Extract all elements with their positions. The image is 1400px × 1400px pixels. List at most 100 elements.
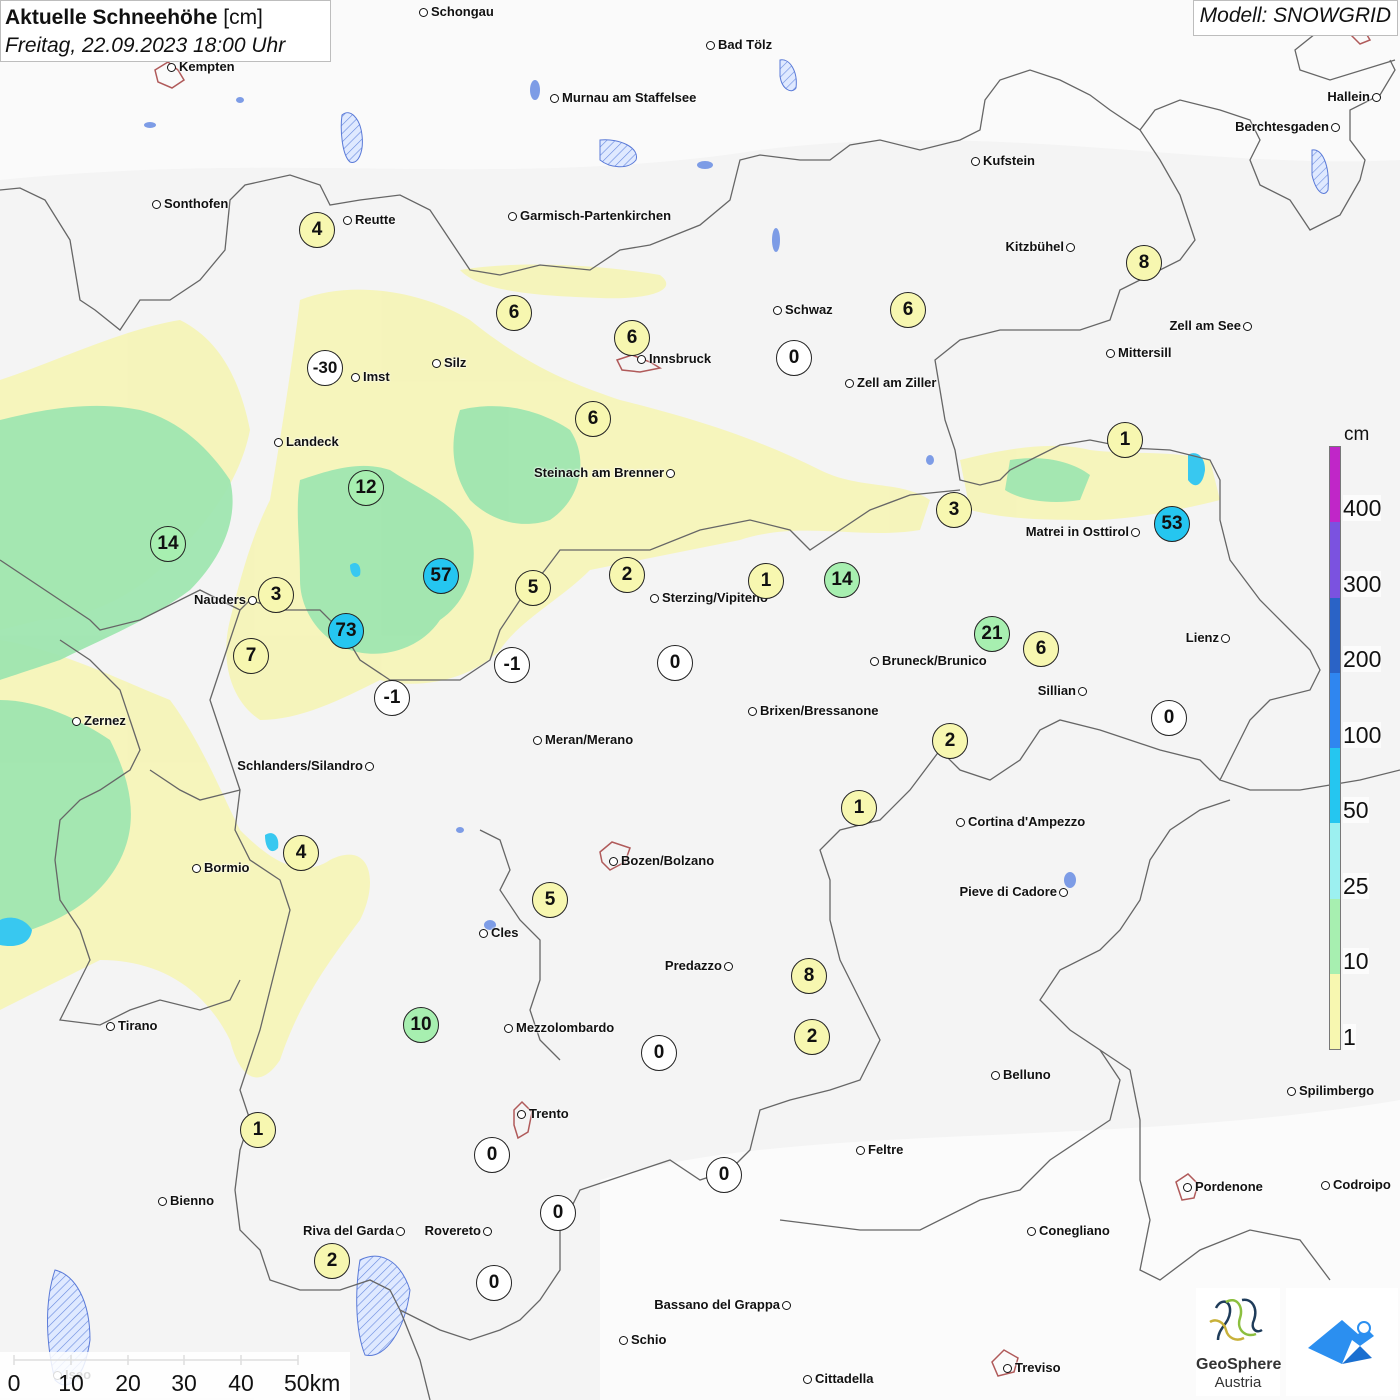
city-marker	[609, 857, 618, 866]
snow-value-marker: 12	[348, 470, 384, 506]
city-label: Spilimbergo	[1299, 1083, 1375, 1098]
legend-swatch	[1330, 973, 1340, 1049]
scale-tick-label: 50km	[284, 1370, 341, 1396]
city-label: Reutte	[355, 212, 396, 227]
city-label: Tirano	[118, 1018, 158, 1033]
snow-value-marker: 53	[1154, 506, 1190, 542]
snow-value-marker: 6	[1023, 631, 1059, 667]
city-label: Belluno	[1003, 1067, 1051, 1082]
city-marker	[991, 1071, 1000, 1080]
city-label: Schio	[631, 1332, 667, 1347]
snow-value-marker: 3	[936, 492, 972, 528]
city-marker	[1221, 634, 1230, 643]
city-label: Meran/Merano	[545, 732, 634, 747]
legend-tick-label: 25	[1343, 873, 1369, 899]
snow-value-marker: -1	[494, 647, 530, 683]
city-label: Murnau am Staffelsee	[562, 90, 697, 105]
city-label: Cles	[491, 925, 519, 940]
city-label: Schlanders/Silandro	[237, 758, 363, 773]
snow-value-marker: 0	[540, 1195, 576, 1231]
city-label: Kitzbühel	[1005, 239, 1065, 254]
snow-value-marker: 6	[575, 401, 611, 437]
snow-value-marker: 4	[299, 212, 335, 248]
city-label: Bad Tölz	[718, 37, 773, 52]
city-marker	[650, 594, 659, 603]
snow-value-marker: 1	[841, 790, 877, 826]
city-label: Schongau	[431, 4, 494, 19]
snow-value-marker: 1	[240, 1112, 276, 1148]
snow-value-marker: 2	[609, 557, 645, 593]
city-marker	[666, 469, 675, 478]
geosphere-logo-subtext: Austria	[1214, 1374, 1262, 1391]
snow-value-marker: 1	[1107, 422, 1143, 458]
snow-value-marker: 6	[890, 292, 926, 328]
city-marker	[1066, 243, 1075, 252]
city-marker	[1003, 1364, 1012, 1373]
snowgrid-logo[interactable]	[1286, 1288, 1398, 1396]
city-label: Codroipo	[1333, 1177, 1391, 1192]
city-marker	[1183, 1183, 1192, 1192]
city-label: Steinach am Brenner	[533, 465, 664, 480]
legend-swatch	[1330, 823, 1340, 899]
city-label: Bozen/Bolzano	[621, 853, 715, 868]
city-marker	[152, 200, 161, 209]
city-label: Garmisch-Partenkirchen	[520, 208, 672, 223]
legend-swatch	[1330, 748, 1340, 824]
city-label: Mezzolombardo	[516, 1020, 615, 1035]
legend-tick-label: 10	[1343, 948, 1369, 974]
city-marker	[274, 438, 283, 447]
city-label: Silz	[444, 355, 467, 370]
city-marker	[1321, 1181, 1330, 1190]
city-label: Zernez	[84, 713, 126, 728]
snow-value-marker: 1	[748, 563, 784, 599]
snow-value-marker: 0	[476, 1265, 512, 1301]
snow-value-marker: 57	[423, 558, 459, 594]
city-marker	[72, 717, 81, 726]
city-label: Predazzo	[664, 958, 722, 973]
snow-value-marker: 8	[1126, 245, 1162, 281]
city-marker	[619, 1336, 628, 1345]
city-marker	[158, 1197, 167, 1206]
city-marker	[1331, 123, 1340, 132]
city-marker	[550, 94, 559, 103]
model-label: Modell: SNOWGRID	[1192, 0, 1398, 36]
city-marker	[748, 707, 757, 716]
city-label: Conegliano	[1039, 1223, 1110, 1238]
mountain-logo-icon	[1308, 1320, 1374, 1364]
scale-tick-label: 10	[58, 1370, 84, 1396]
snow-value-marker: 7	[233, 638, 269, 674]
scale-tick-label: 40	[228, 1370, 254, 1396]
snow-value-marker: 14	[824, 562, 860, 598]
city-label: Nauders	[193, 592, 246, 607]
legend-swatch	[1330, 522, 1340, 598]
city-marker	[1243, 322, 1252, 331]
city-label: Zell am Ziller	[857, 375, 937, 390]
snow-value-marker: 5	[532, 882, 568, 918]
legend-swatch	[1330, 672, 1340, 748]
city-label: Bassano del Grappa	[654, 1297, 780, 1312]
city-label: Pordenone	[1195, 1179, 1263, 1194]
city-label: Kufstein	[983, 153, 1035, 168]
city-label: Pieve di Cadore	[959, 884, 1057, 899]
city-label: Feltre	[868, 1142, 904, 1157]
city-marker	[508, 212, 517, 221]
city-marker	[1078, 687, 1087, 696]
city-marker	[432, 359, 441, 368]
legend-swatch	[1330, 447, 1340, 523]
city-marker	[637, 355, 646, 364]
city-marker	[504, 1024, 513, 1033]
geosphere-logo-icon	[1209, 1298, 1263, 1341]
city-marker	[782, 1301, 791, 1310]
city-label: Sonthofen	[164, 196, 229, 211]
snow-value-marker: 0	[776, 340, 812, 376]
city-marker	[956, 818, 965, 827]
geosphere-logo[interactable]: GeoSphere Austria	[1196, 1288, 1281, 1396]
city-label: Lienz	[1185, 630, 1219, 645]
snow-value-marker: 8	[791, 958, 827, 994]
snow-value-marker: 14	[150, 526, 186, 562]
city-marker	[724, 962, 733, 971]
legend-tick-label: 1	[1343, 1024, 1356, 1050]
city-marker	[870, 657, 879, 666]
legend-tick-label: 200	[1343, 646, 1382, 672]
city-marker	[167, 63, 176, 72]
